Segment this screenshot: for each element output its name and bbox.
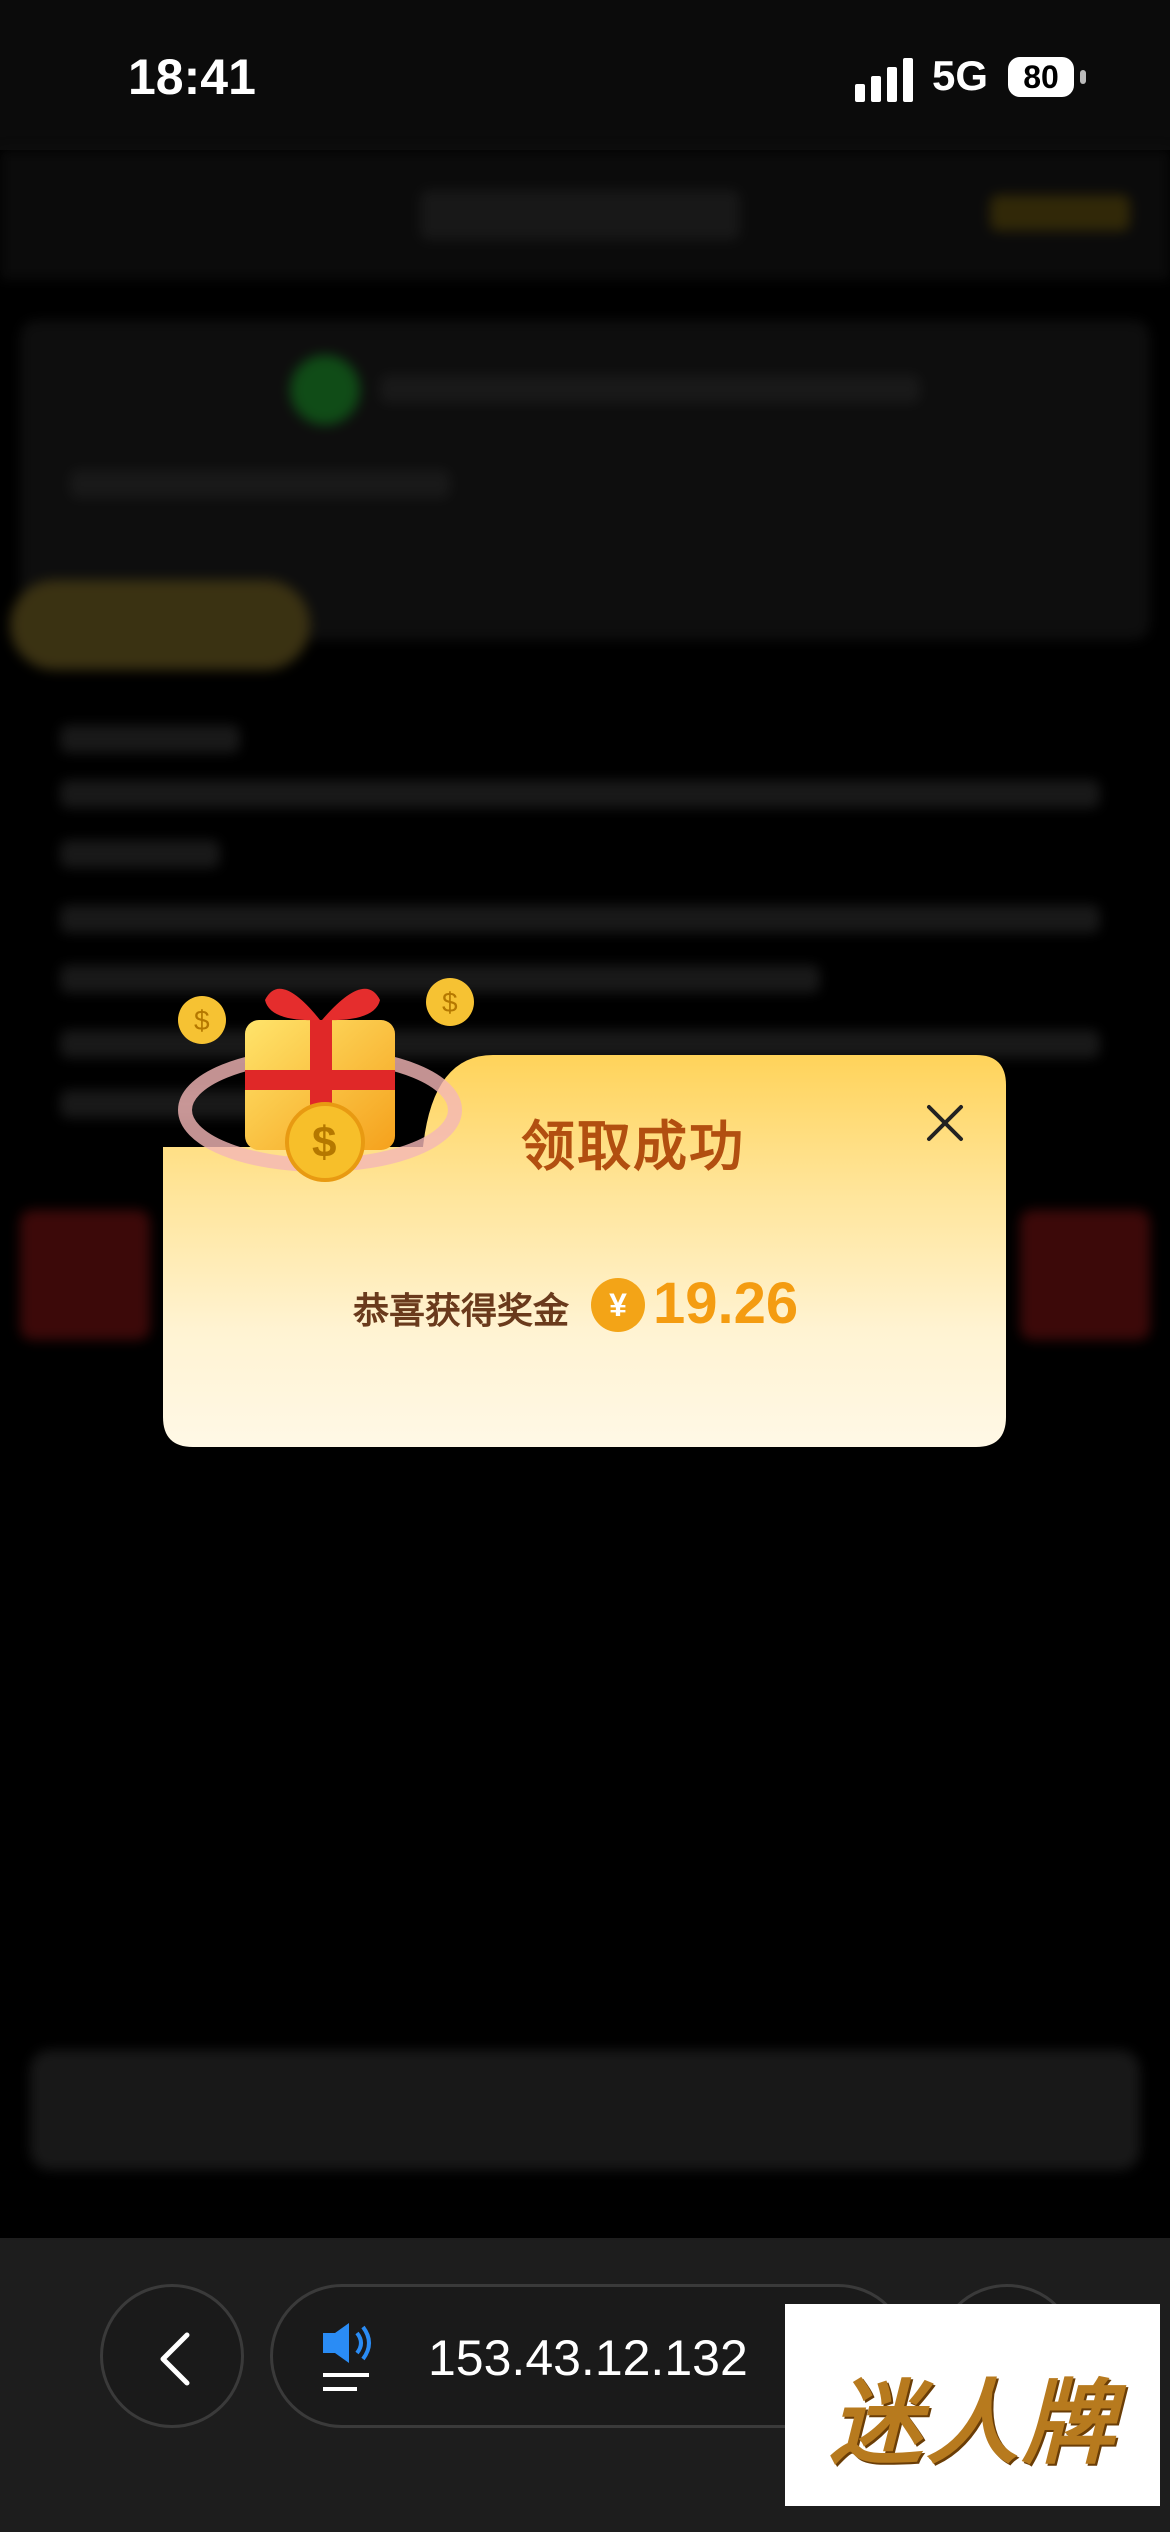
watermark-text: 迷人牌 [830, 2373, 1119, 2475]
background-button [30, 2050, 1140, 2170]
speaker-icon[interactable] [313, 2319, 393, 2399]
network-type: 5G [932, 52, 989, 99]
reward-label: 恭喜获得奖金 [353, 1290, 570, 1331]
reward-amount: 19.26 [653, 1271, 799, 1336]
reward-row: 恭喜获得奖金 ¥ 19.26 [163, 1270, 1006, 1340]
battery-level: 80 [1008, 57, 1074, 97]
modal-title: 领取成功 [521, 1117, 745, 1177]
background-gold-tag [10, 580, 310, 670]
chevron-left-icon [160, 2332, 190, 2386]
close-icon[interactable] [915, 1093, 975, 1153]
svg-text:$: $ [442, 987, 458, 1018]
svg-text:$: $ [312, 1118, 336, 1167]
signal-icon [855, 58, 913, 102]
back-button[interactable] [100, 2284, 244, 2428]
url-text: 153.43.12.132 [428, 2330, 748, 2386]
background-nav-bar [0, 150, 1170, 280]
status-bar: 18:41 5G 80 [0, 0, 1170, 150]
svg-text:$: $ [194, 1005, 210, 1036]
status-time: 18:41 [128, 49, 256, 105]
gift-box-icon: $ $ $ [178, 978, 474, 1182]
yuan-icon: ¥ [591, 1278, 645, 1332]
battery-icon [1080, 70, 1086, 84]
watermark: 迷人牌 [785, 2304, 1160, 2506]
